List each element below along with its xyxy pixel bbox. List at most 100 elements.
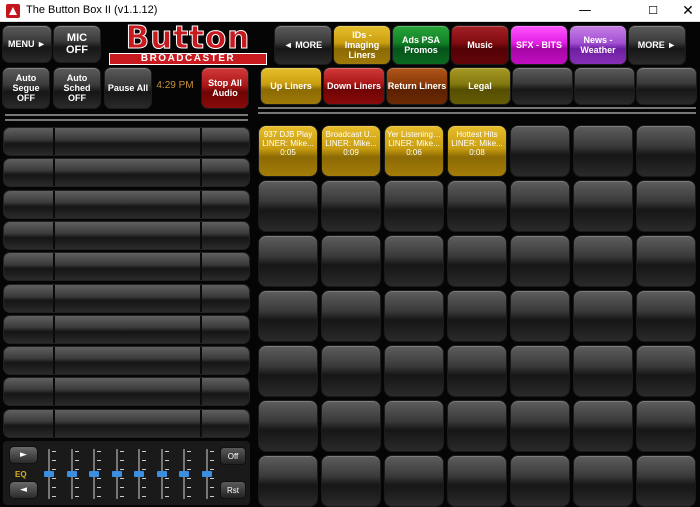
cart-button[interactable]	[510, 345, 570, 397]
cart-button[interactable]	[258, 290, 318, 342]
cart-button[interactable]	[321, 455, 381, 507]
more-right-button[interactable]: MORE ►	[628, 25, 686, 65]
eq-reset-button[interactable]: Rst	[220, 481, 246, 499]
cart-button[interactable]	[636, 125, 696, 177]
cart-queue-row[interactable]	[3, 283, 250, 313]
cart-button[interactable]	[321, 400, 381, 452]
eq-slider-knob[interactable]	[111, 471, 122, 477]
category-news-weather[interactable]: News - Weather	[569, 25, 627, 65]
eq-slider-knob[interactable]	[179, 471, 189, 477]
cart-button[interactable]	[384, 345, 444, 397]
category-music[interactable]: Music	[451, 25, 509, 65]
row-divider	[53, 253, 55, 281]
cart-queue-row[interactable]	[3, 408, 250, 438]
cart-button[interactable]	[258, 455, 318, 507]
subtab-legal[interactable]: Legal	[449, 67, 511, 105]
cart-button[interactable]	[321, 290, 381, 342]
stop-all-audio-button[interactable]: Stop All Audio	[201, 67, 249, 109]
cart-button[interactable]	[447, 180, 507, 232]
subtab-empty-7[interactable]	[636, 67, 697, 105]
minimize-button[interactable]: —	[562, 0, 608, 22]
eq-slider-knob[interactable]	[66, 471, 77, 477]
cart-button[interactable]: 937 DJB Play LINER: Mike... 0:05	[258, 125, 318, 177]
cart-button[interactable]	[636, 345, 696, 397]
cart-button[interactable]	[510, 400, 570, 452]
cart-button[interactable]	[384, 235, 444, 287]
cart-button[interactable]	[258, 235, 318, 287]
eq-slider-knob[interactable]	[156, 471, 167, 477]
cart-button[interactable]	[636, 400, 696, 452]
more-left-button[interactable]: ◄ MORE	[274, 25, 332, 65]
cart-button[interactable]	[258, 400, 318, 452]
auto-sched-button[interactable]: Auto Sched OFF	[53, 67, 101, 109]
subtab-empty-5[interactable]	[512, 67, 573, 105]
cart-button[interactable]	[636, 455, 696, 507]
eq-slider-knob[interactable]	[201, 471, 212, 477]
subtab-up-liners[interactable]: Up Liners	[260, 67, 322, 105]
cart-queue-row[interactable]	[3, 252, 250, 282]
cart-button[interactable]	[447, 400, 507, 452]
cart-button[interactable]	[447, 345, 507, 397]
cart-queue-row[interactable]	[3, 377, 250, 407]
cart-queue-row[interactable]	[3, 189, 250, 219]
cart-button[interactable]	[510, 290, 570, 342]
cart-button[interactable]	[510, 235, 570, 287]
cart-button[interactable]	[510, 455, 570, 507]
cart-button[interactable]	[384, 400, 444, 452]
cart-button[interactable]	[573, 125, 633, 177]
subtab-empty-6[interactable]	[574, 67, 635, 105]
cart-queue-row[interactable]	[3, 127, 250, 156]
auto-segue-button[interactable]: Auto Segue OFF	[2, 67, 50, 109]
cart-button[interactable]	[384, 455, 444, 507]
eq-slider-tick	[119, 469, 124, 470]
maximize-button[interactable]: ☐	[630, 0, 676, 22]
cart-button[interactable]: Yer Listening ... LINER: Mike... 0:06	[384, 125, 444, 177]
cart-button[interactable]	[573, 345, 633, 397]
eq-off-button[interactable]: Off	[220, 447, 246, 465]
eq-slider-knob[interactable]	[134, 471, 144, 477]
cart-button[interactable]: Broadcast U... LINER: Mike... 0:09	[321, 125, 381, 177]
subtab-down-liners[interactable]: Down Liners	[323, 67, 385, 105]
cart-button[interactable]	[510, 180, 570, 232]
eq-slider-knob[interactable]	[44, 471, 54, 477]
cart-button[interactable]	[321, 235, 381, 287]
cart-button[interactable]	[258, 345, 318, 397]
cart-queue-row[interactable]	[3, 346, 250, 376]
category-ids-imaging-liners[interactable]: IDs - Imaging Liners	[333, 25, 391, 65]
cart-button[interactable]	[384, 290, 444, 342]
cart-button[interactable]	[321, 345, 381, 397]
cart-button[interactable]	[636, 290, 696, 342]
cart-button[interactable]	[384, 180, 444, 232]
cart-button[interactable]	[510, 125, 570, 177]
cart-type: LINER: Mike...	[325, 139, 377, 148]
cart-queue-row[interactable]	[3, 314, 250, 344]
eq-next-arrow-icon[interactable]: ►	[9, 446, 38, 464]
cart-queue-row[interactable]	[3, 220, 250, 250]
cart-button[interactable]	[573, 400, 633, 452]
cart-button[interactable]	[573, 235, 633, 287]
row-divider	[200, 347, 202, 375]
menu-button[interactable]: MENU ►	[2, 25, 52, 63]
subtab-return-liners[interactable]: Return Liners	[386, 67, 448, 105]
cart-button[interactable]	[636, 235, 696, 287]
mic-toggle-button[interactable]: MIC OFF	[53, 25, 101, 63]
category-sfx-bits[interactable]: SFX - BITS	[510, 25, 568, 65]
pause-all-button[interactable]: Pause All	[104, 67, 152, 109]
cart-button[interactable]	[258, 180, 318, 232]
cart-button[interactable]	[573, 455, 633, 507]
eq-slider-knob[interactable]	[89, 471, 99, 477]
close-button[interactable]: ✕	[676, 0, 700, 22]
cart-button[interactable]	[447, 455, 507, 507]
cart-button[interactable]	[321, 180, 381, 232]
cart-button[interactable]	[447, 290, 507, 342]
eq-prev-arrow-icon[interactable]: ◄	[9, 481, 38, 499]
cart-button[interactable]	[573, 180, 633, 232]
cart-button[interactable]	[573, 290, 633, 342]
cart-button[interactable]	[636, 180, 696, 232]
cart-button[interactable]	[447, 235, 507, 287]
eq-slider-tick	[209, 496, 214, 497]
eq-slider-tick	[119, 496, 124, 497]
category-ads-psa-promos[interactable]: Ads PSA Promos	[392, 25, 450, 65]
cart-button[interactable]: Hottest Hits LINER: Mike... 0:08	[447, 125, 507, 177]
cart-queue-row[interactable]	[3, 158, 250, 188]
